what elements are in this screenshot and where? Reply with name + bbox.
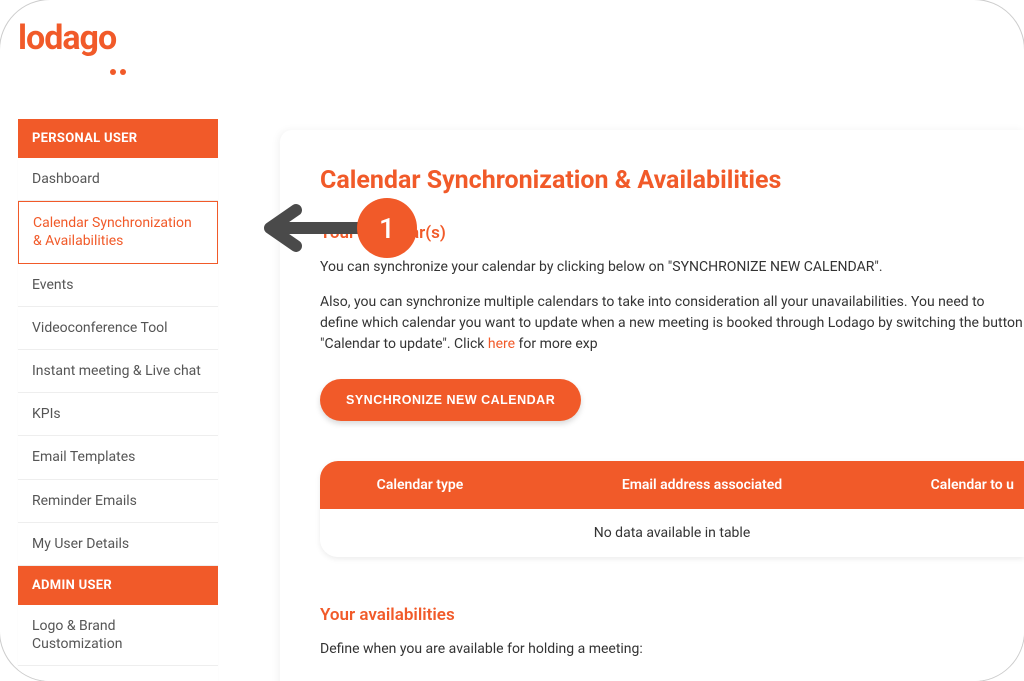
sidebar-section-admin: ADMIN USER bbox=[18, 566, 218, 605]
availabilities-text: Define when you are available for holdin… bbox=[320, 639, 1024, 660]
brand-logo: lodago bbox=[18, 18, 128, 58]
calendars-subheading: Your calendar(s) bbox=[320, 223, 1024, 243]
sidebar-section-personal: PERSONAL USER bbox=[18, 119, 218, 158]
table-header-calendar-to-update: Calendar to u bbox=[884, 461, 1024, 509]
help-link[interactable]: here bbox=[488, 336, 515, 352]
table-header-email: Email address associated bbox=[520, 461, 884, 509]
availabilities-subheading: Your availabilities bbox=[320, 605, 1024, 625]
sidebar-item-management[interactable]: se Management & bbox=[18, 666, 218, 681]
table-header-row: Calendar type Email address associated C… bbox=[320, 461, 1024, 509]
table-header-calendar-type: Calendar type bbox=[320, 461, 520, 509]
sync-instructions-2: Also, you can synchronize multiple calen… bbox=[320, 292, 1024, 355]
sidebar-item-email-templates[interactable]: Email Templates bbox=[18, 436, 218, 479]
sidebar: PERSONAL USER Dashboard Calendar Synchro… bbox=[18, 119, 218, 681]
sidebar-item-events[interactable]: Events bbox=[18, 264, 218, 307]
table-empty-state: No data available in table bbox=[320, 509, 1024, 557]
sidebar-item-my-user-details[interactable]: My User Details bbox=[18, 523, 218, 566]
calendars-table: Calendar type Email address associated C… bbox=[320, 461, 1024, 557]
sidebar-item-videoconference[interactable]: Videoconference Tool bbox=[18, 307, 218, 350]
sidebar-item-calendar-sync[interactable]: Calendar Synchronization & Availabilitie… bbox=[18, 201, 218, 263]
sidebar-item-reminder-emails[interactable]: Reminder Emails bbox=[18, 480, 218, 523]
sidebar-item-instant-meeting[interactable]: Instant meeting & Live chat bbox=[18, 350, 218, 393]
page-title: Calendar Synchronization & Availabilitie… bbox=[320, 166, 1024, 195]
sidebar-item-kpis[interactable]: KPIs bbox=[18, 393, 218, 436]
sidebar-item-logo-brand[interactable]: Logo & Brand Customization bbox=[18, 605, 218, 666]
sidebar-item-dashboard[interactable]: Dashboard bbox=[18, 158, 218, 201]
synchronize-new-calendar-button[interactable]: SYNCHRONIZE NEW CALENDAR bbox=[320, 379, 581, 421]
sync-instructions-1: You can synchronize your calendar by cli… bbox=[320, 257, 1024, 278]
annotation-step-badge: 1 bbox=[357, 198, 417, 258]
